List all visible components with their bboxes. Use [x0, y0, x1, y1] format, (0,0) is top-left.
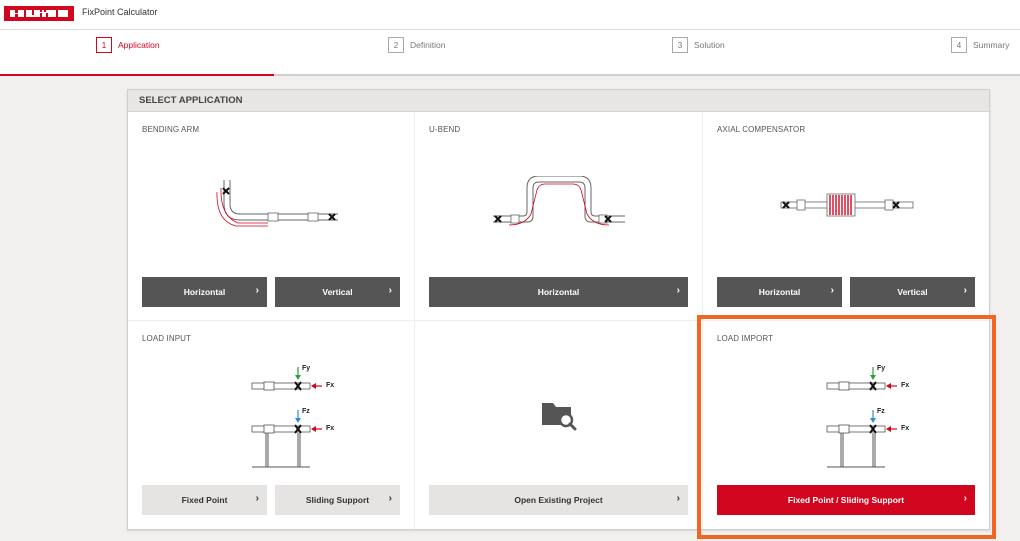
step-label: Application — [118, 40, 160, 50]
card-title: U-BEND — [429, 125, 461, 134]
chevron-right-icon: › — [388, 285, 392, 296]
card-axial-compensator: AXIAL COMPENSATOR Horizontal › Vertical … — [703, 112, 989, 321]
active-step-indicator — [0, 74, 274, 76]
load-import-illustration — [826, 367, 897, 468]
button-label: Vertical — [897, 287, 928, 297]
step-summary[interactable]: 4 Summary — [951, 37, 1009, 53]
chevron-right-icon: › — [255, 493, 259, 504]
force-label-fx: Fx — [901, 425, 910, 432]
fixed-point-sliding-support-button[interactable]: Fixed Point / Sliding Support › — [717, 485, 975, 515]
card-u-bend: U-BEND Horizontal › — [415, 112, 703, 321]
card-title: LOAD INPUT — [142, 334, 192, 343]
bending-arm-vertical-button[interactable]: Vertical › — [275, 277, 400, 307]
step-application[interactable]: 1 Application — [96, 37, 160, 53]
chevron-right-icon: › — [963, 493, 967, 504]
step-number: 1 — [96, 37, 112, 53]
force-label-fx: Fx — [901, 382, 910, 389]
axial-vertical-button[interactable]: Vertical › — [850, 277, 975, 307]
button-label: Fixed Point / Sliding Support — [787, 495, 905, 505]
step-navigation: 1 Application 2 Definition 3 Solution 4 … — [0, 30, 1020, 76]
bending-arm-illustration — [216, 180, 338, 227]
open-existing-project-button[interactable]: Open Existing Project › — [429, 485, 688, 515]
force-label-fx: Fx — [326, 382, 335, 389]
button-label: Horizontal — [758, 287, 801, 297]
force-label-fy: Fy — [302, 365, 311, 372]
card-title: AXIAL COMPENSATOR — [717, 125, 806, 134]
force-label-fx: Fx — [326, 425, 335, 432]
chevron-right-icon: › — [388, 493, 392, 504]
card-title: LOAD IMPORT — [717, 334, 774, 343]
folder-search-icon — [542, 403, 577, 431]
step-number: 3 — [672, 37, 688, 53]
chevron-right-icon: › — [676, 285, 680, 296]
bending-arm-horizontal-button[interactable]: Horizontal › — [142, 277, 267, 307]
force-label-fz: Fz — [877, 408, 885, 415]
chevron-right-icon: › — [676, 493, 680, 504]
load-input-illustration — [251, 367, 322, 468]
step-label: Definition — [410, 40, 446, 50]
chevron-right-icon: › — [255, 285, 259, 296]
button-label: Horizontal — [537, 287, 580, 297]
select-application-panel: SELECT APPLICATION BENDING ARM Horizonta… — [127, 89, 990, 530]
fixed-point-button[interactable]: Fixed Point › — [142, 485, 267, 515]
card-bending-arm: BENDING ARM Horizontal › Vertical › — [128, 112, 415, 321]
step-label: Solution — [694, 40, 725, 50]
step-label: Summary — [973, 40, 1010, 50]
card-open-project: Open Existing Project › — [415, 321, 703, 529]
step-number: 2 — [388, 37, 404, 53]
hilti-logo-wordmark — [4, 6, 74, 21]
force-label-fz: Fz — [302, 408, 310, 415]
u-bend-illustration — [493, 176, 625, 226]
button-label: Sliding Support — [305, 495, 370, 505]
u-bend-horizontal-button[interactable]: Horizontal › — [429, 277, 688, 307]
top-bar: FixPoint Calculator — [0, 0, 1020, 30]
card-load-input: LOAD INPUT Fy Fx Fz Fx Fixed Point › Sli… — [128, 321, 415, 529]
card-load-import: LOAD IMPORT Fy Fx Fz Fx Fixed Point / Sl… — [703, 321, 989, 529]
axial-horizontal-button[interactable]: Horizontal › — [717, 277, 842, 307]
button-label: Fixed Point — [181, 495, 228, 505]
app-title: FixPoint Calculator — [82, 7, 158, 17]
hilti-logo[interactable] — [4, 6, 74, 21]
sliding-support-button[interactable]: Sliding Support › — [275, 485, 400, 515]
card-title: BENDING ARM — [142, 125, 200, 134]
step-number: 4 — [951, 37, 967, 53]
step-definition[interactable]: 2 Definition — [388, 37, 445, 53]
axial-compensator-illustration — [780, 193, 914, 217]
force-label-fy: Fy — [877, 365, 886, 372]
panel-title: SELECT APPLICATION — [128, 90, 989, 112]
button-label: Vertical — [322, 287, 353, 297]
chevron-right-icon: › — [963, 285, 967, 296]
step-solution[interactable]: 3 Solution — [672, 37, 725, 53]
button-label: Open Existing Project — [514, 495, 603, 505]
button-label: Horizontal — [183, 287, 226, 297]
chevron-right-icon: › — [830, 285, 834, 296]
